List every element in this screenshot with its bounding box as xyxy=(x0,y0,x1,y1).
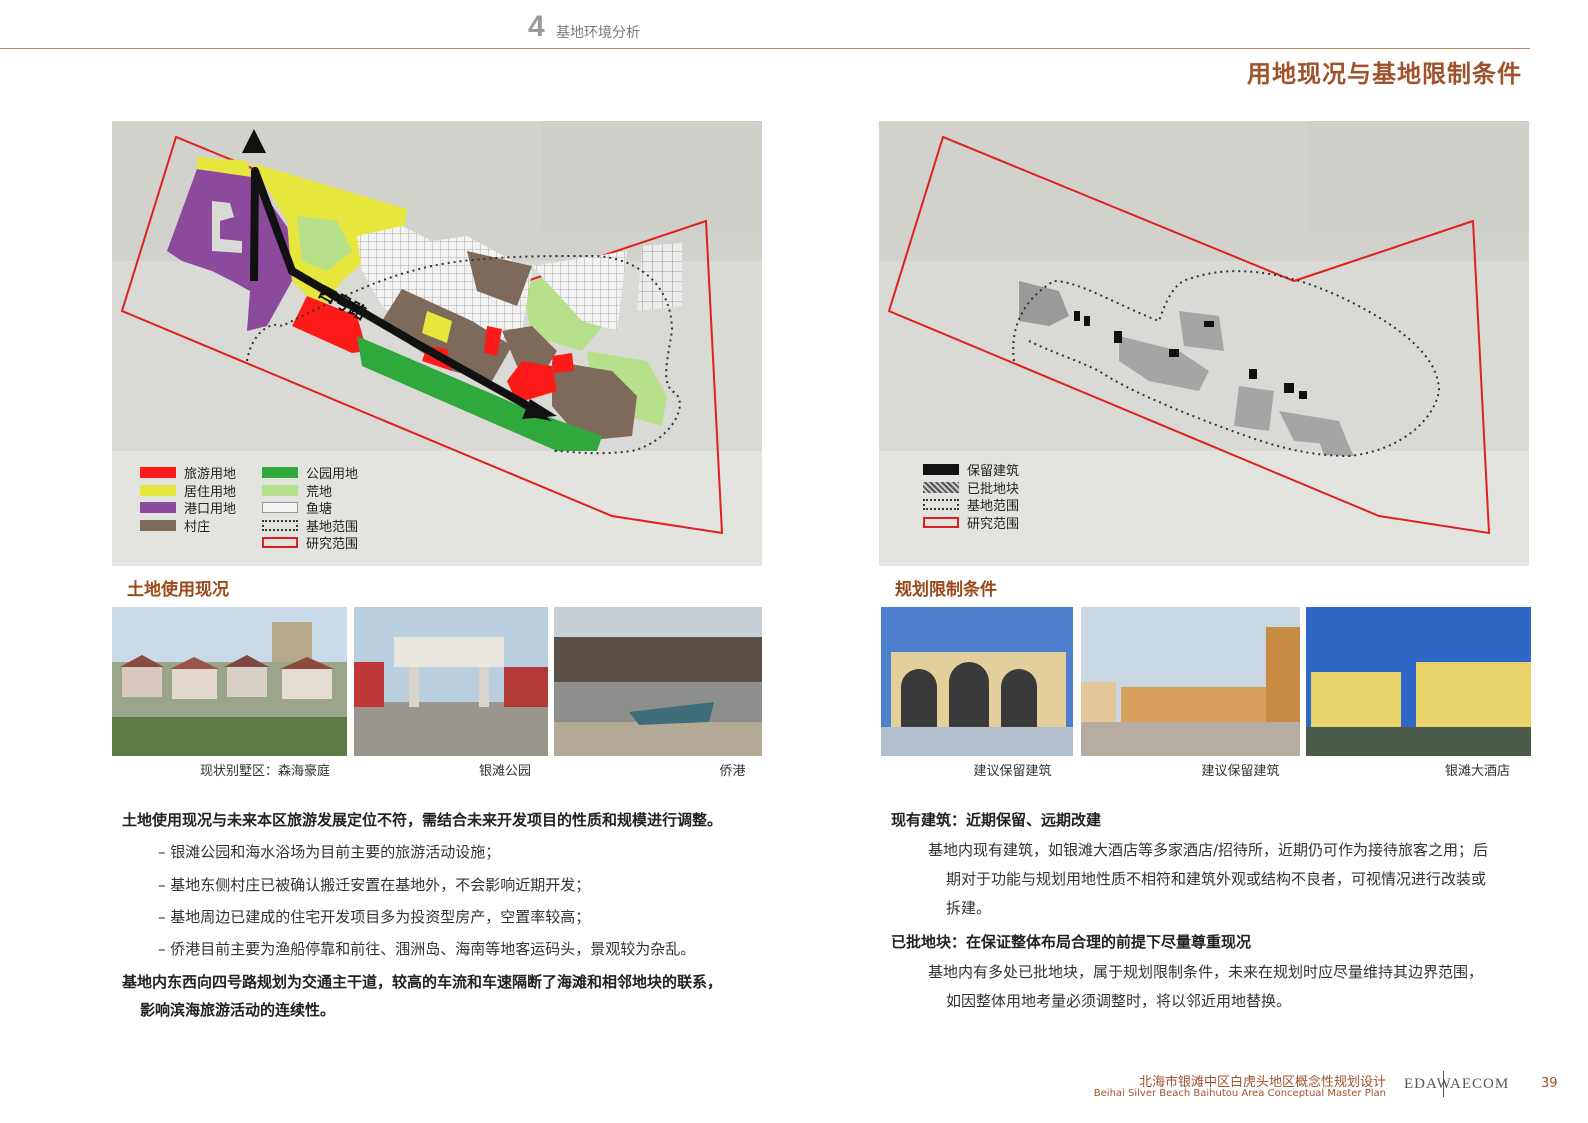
existing-buildings-line2: 期对于功能与规划用地性质不相符和建筑外观或结构不良者，可视情况进行改装或 xyxy=(946,870,1487,888)
bullet-2: – 基地东侧村庄已被确认搬迁安置在基地外，不会影响近期开发； xyxy=(158,876,591,894)
legend-park: 公园用地 xyxy=(306,467,359,483)
base-boundary-swatch xyxy=(262,519,298,531)
existing-buildings-heading: 现有建筑：近期保留、远期改建 xyxy=(891,811,1102,829)
legend-tourism: 旅游用地 xyxy=(184,467,237,483)
legend-fishpond: 鱼塘 xyxy=(306,502,333,518)
chapter-title: 基地环境分析 xyxy=(556,25,640,41)
legend-village: 村庄 xyxy=(184,519,211,535)
aecom-logo: AECOM xyxy=(1450,1076,1510,1092)
residential-swatch xyxy=(140,484,176,496)
page-title: 用地现况与基地限制条件 xyxy=(1247,60,1522,88)
legend-wasteland: 荒地 xyxy=(306,484,333,500)
existing-buildings-line3: 拆建。 xyxy=(946,899,992,917)
bullet-4: – 侨港目前主要为渔船停靠和前往、涠洲岛、海南等地客运码头，景观较为杂乱。 xyxy=(158,940,696,958)
fishpond-swatch xyxy=(262,502,298,514)
legend-study-boundary: 研究范围 xyxy=(967,516,1020,532)
legend-base-boundary: 基地范围 xyxy=(967,499,1020,515)
bullet-2-text: 基地东侧村庄已被确认搬迁安置在基地外，不会影响近期开发； xyxy=(170,876,591,894)
planning-constraints-map: 保留建筑 已批地块 基地范围 研究范围 xyxy=(879,121,1529,566)
tourism-swatch xyxy=(140,467,176,479)
chapter-number: 4 xyxy=(528,10,545,43)
land-use-map: 四号路 旅游用地 居住用地 港口用地 村庄 公园用地 荒地 鱼塘 基地范围 研究… xyxy=(112,121,762,566)
legend-port: 港口用地 xyxy=(184,502,237,518)
bullet-1-text: 银滩公园和海水浴场为目前主要的旅游活动设施； xyxy=(170,843,501,861)
constraints-legend: 保留建筑 已批地块 基地范围 研究范围 xyxy=(923,461,1020,532)
qiaogang-photo xyxy=(554,607,762,756)
bullet-3-text: 基地周边已建成的住宅开发项目多为投资型房产，空置率较高； xyxy=(170,908,591,926)
existing-buildings-line1: 基地内现有建筑，如银滩大酒店等多家酒店/招待所，近期仍可作为接待旅客之用；后 xyxy=(928,841,1489,859)
road-heading-line1: 基地内东西向四号路规划为交通主干道，较高的车流和车速隔断了海滩和相邻地块的联系， xyxy=(122,973,723,991)
villa-photo xyxy=(112,607,347,756)
page-number: 39 xyxy=(1541,1076,1558,1091)
retained-building-photo-1 xyxy=(881,607,1073,756)
caption-retained-1: 建议保留建筑 xyxy=(973,764,1052,779)
silver-beach-hotel-photo xyxy=(1306,607,1531,756)
park-photo xyxy=(354,607,548,756)
village-swatch xyxy=(140,519,176,531)
caption-hotel: 银滩大酒店 xyxy=(1444,764,1510,779)
legend-approved: 已批地块 xyxy=(967,481,1020,497)
bullet-3: – 基地周边已建成的住宅开发项目多为投资型房产，空置率较高； xyxy=(158,908,591,926)
approved-plot-swatch xyxy=(923,481,959,493)
study-boundary-swatch xyxy=(923,516,959,528)
park-swatch xyxy=(262,467,298,479)
road-heading-line2: 影响滨海旅游活动的连续性。 xyxy=(140,1001,336,1019)
caption-qiaogang: 侨港 xyxy=(719,764,746,779)
logo-divider xyxy=(1443,1071,1444,1097)
footer-title-en: Beihai Silver Beach Baihutou Area Concep… xyxy=(1093,1088,1386,1099)
constraints-section-title: 规划限制条件 xyxy=(895,580,997,600)
land-use-heading: 土地使用现况与未来本区旅游发展定位不符，需结合未来开发项目的性质和规模进行调整。 xyxy=(122,811,723,829)
legend-base-boundary: 基地范围 xyxy=(306,519,359,535)
land-use-legend-col2: 公园用地 荒地 鱼塘 基地范围 研究范围 xyxy=(262,464,358,552)
legend-study-boundary: 研究范围 xyxy=(306,537,359,553)
wasteland-swatch xyxy=(262,484,298,496)
approved-plots-line1: 基地内有多处已批地块，属于规划限制条件，未来在规划时应尽量维持其边界范围， xyxy=(928,963,1484,981)
port-swatch xyxy=(140,502,176,514)
caption-retained-2: 建议保留建筑 xyxy=(1201,764,1280,779)
edaw-logo: EDAW xyxy=(1404,1076,1452,1092)
retained-building-swatch xyxy=(923,464,959,476)
approved-plots-line2: 如因整体用地考量必须调整时，将以邻近用地替换。 xyxy=(946,992,1292,1010)
land-use-section-title: 土地使用现况 xyxy=(127,580,229,600)
header-divider xyxy=(0,48,1530,49)
legend-retained: 保留建筑 xyxy=(967,464,1020,480)
legend-residential: 居住用地 xyxy=(184,484,237,500)
base-boundary-swatch xyxy=(923,499,959,511)
caption-park: 银滩公园 xyxy=(478,764,531,779)
retained-building-photo-2 xyxy=(1081,607,1300,756)
study-boundary-swatch xyxy=(262,537,298,549)
bullet-4-text: 侨港目前主要为渔船停靠和前往、涠洲岛、海南等地客运码头，景观较为杂乱。 xyxy=(170,940,696,958)
land-use-legend-col1: 旅游用地 居住用地 港口用地 村庄 xyxy=(140,464,237,535)
approved-plots-heading: 已批地块：在保证整体布局合理的前提下尽量尊重现况 xyxy=(891,933,1252,951)
caption-villa: 现状别墅区：森海豪庭 xyxy=(199,764,330,779)
bullet-1: – 银滩公园和海水浴场为目前主要的旅游活动设施； xyxy=(158,843,501,861)
